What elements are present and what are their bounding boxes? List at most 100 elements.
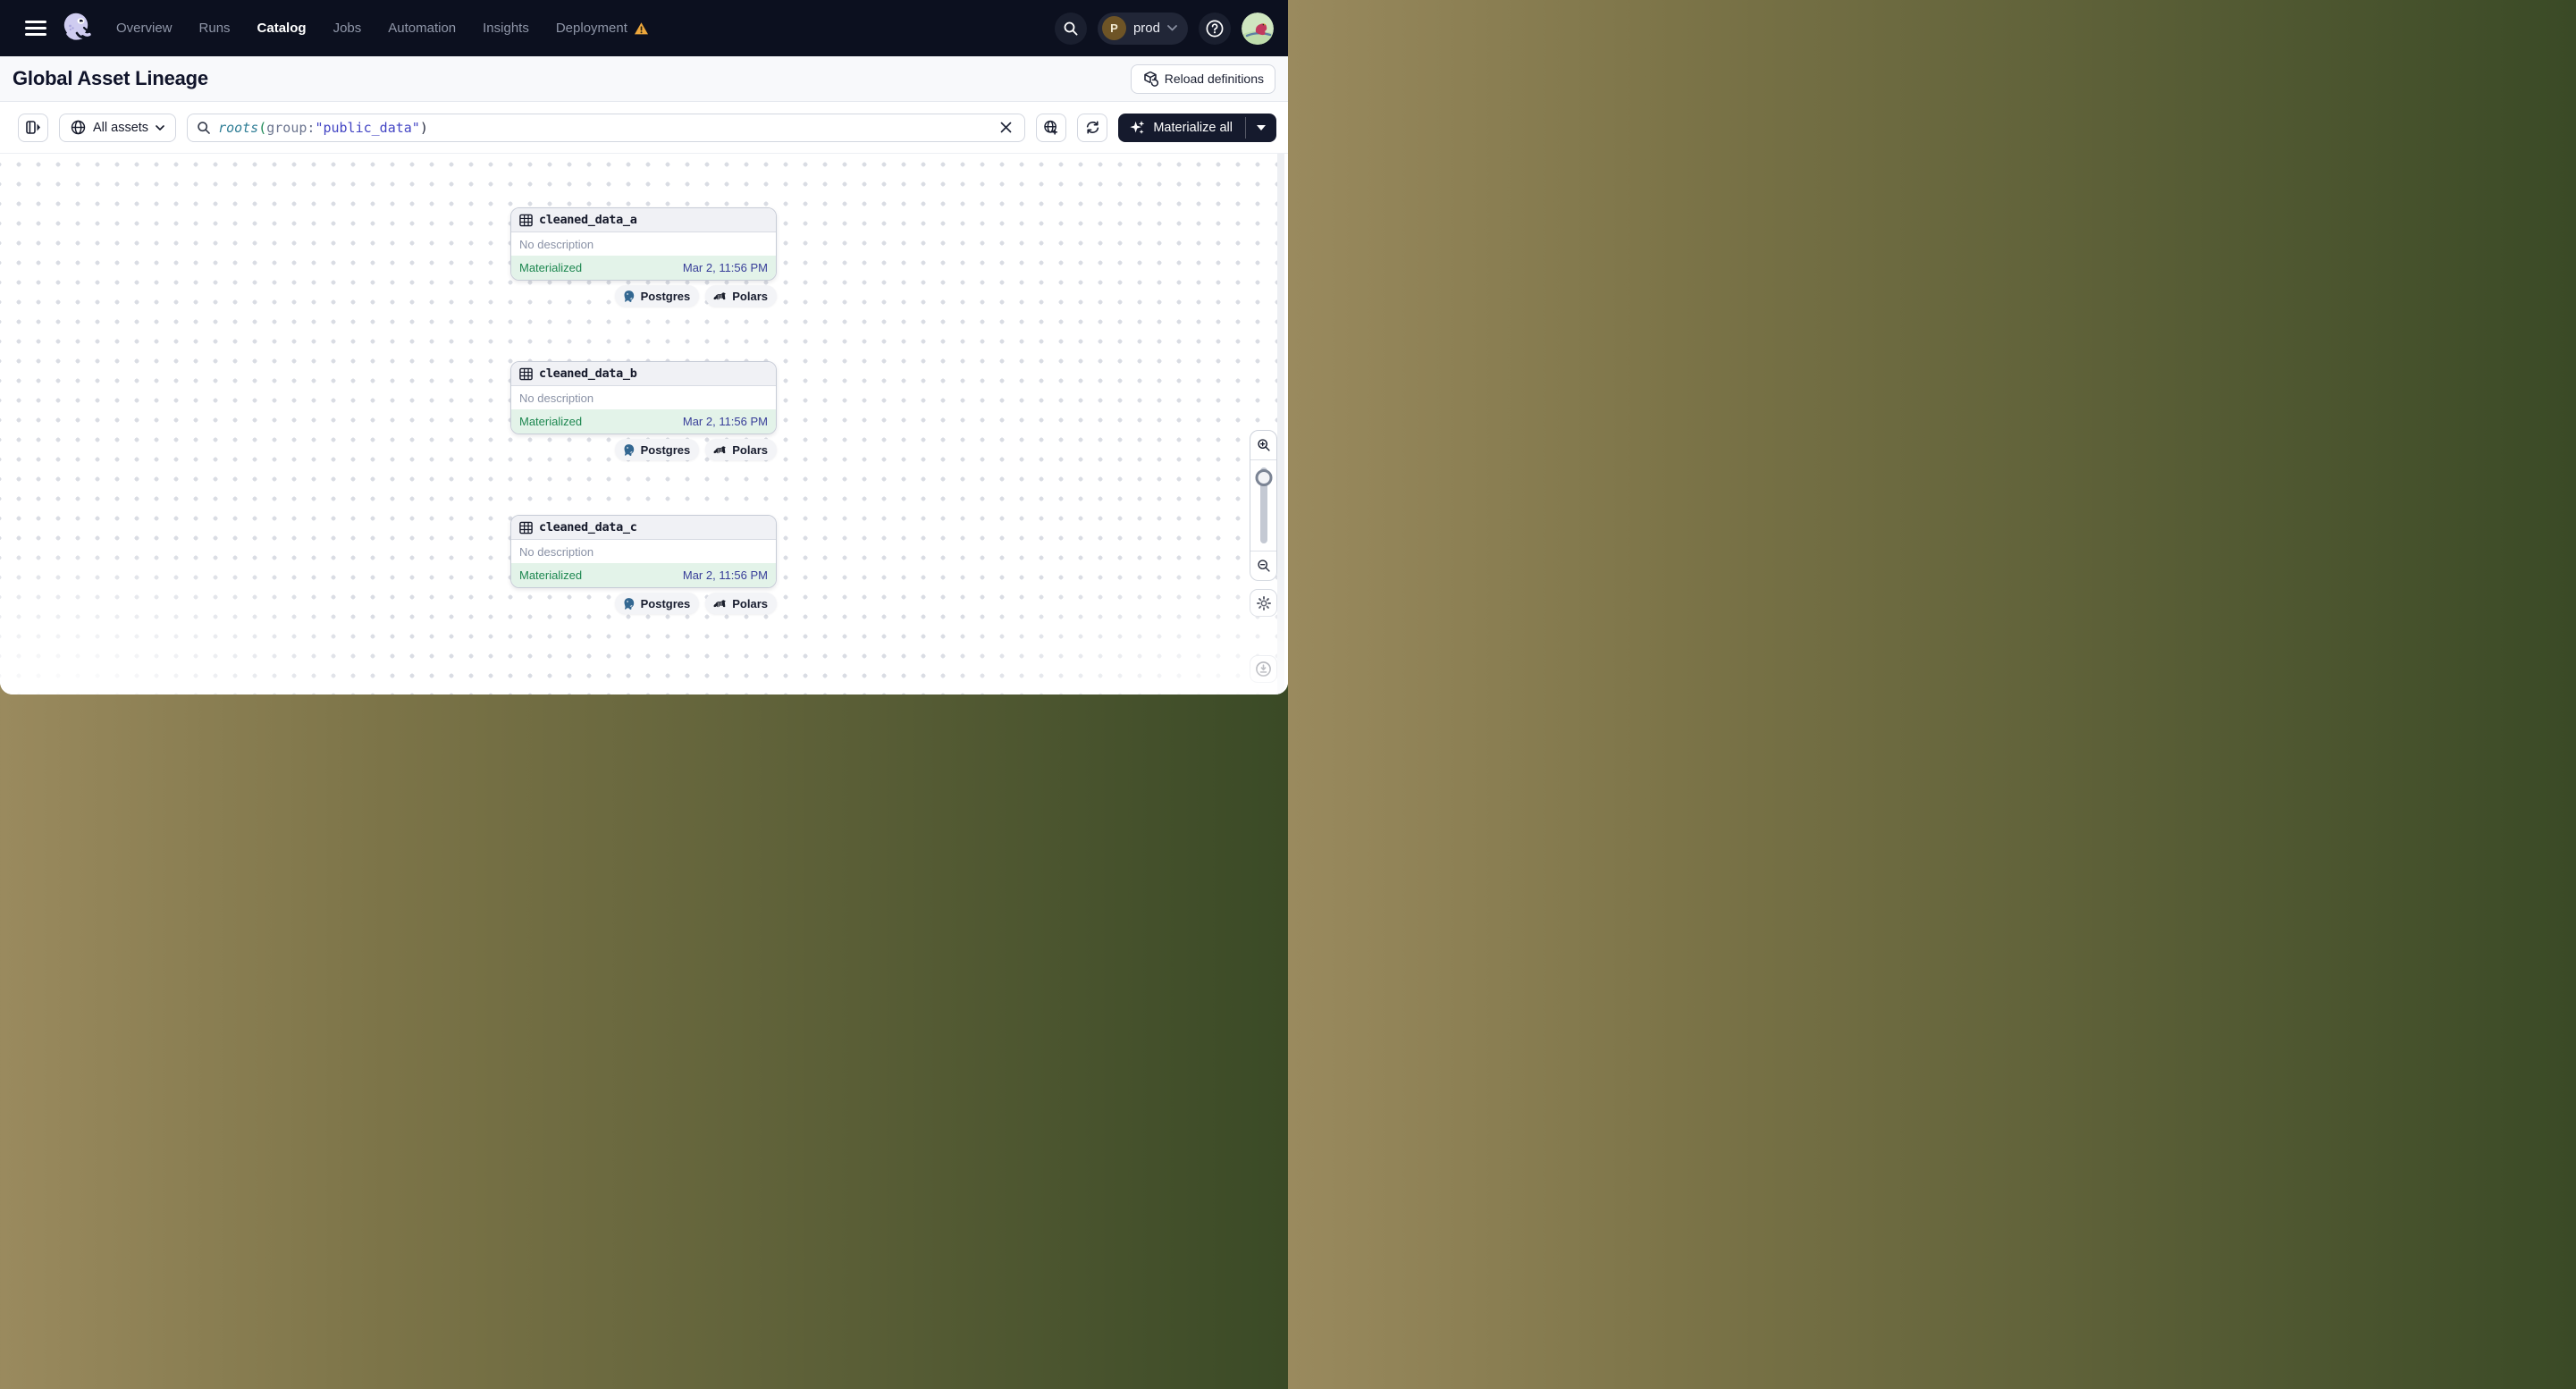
query-function: roots: [218, 119, 259, 136]
view-full-graph-button[interactable]: [1036, 113, 1067, 142]
lineage-canvas[interactable]: cleaned_data_a No description Materializ…: [0, 154, 1288, 694]
refresh-button[interactable]: [1077, 113, 1108, 142]
nav-item-jobs[interactable]: Jobs: [333, 21, 362, 36]
materialize-options-button[interactable]: [1246, 114, 1276, 142]
zoom-controls: [1250, 430, 1277, 581]
nav-item-deployment[interactable]: Deployment: [556, 21, 649, 36]
tag-label: Postgres: [640, 596, 691, 610]
menu-icon[interactable]: [25, 21, 46, 36]
warning-icon: [634, 21, 648, 34]
caret-down-icon: [1257, 124, 1266, 130]
zoom-slider-handle[interactable]: [1255, 469, 1272, 486]
nav-item-overview[interactable]: Overview: [116, 21, 173, 36]
asset-tags-row: Postgres Polars: [510, 285, 777, 307]
graph-settings-button[interactable]: [1250, 589, 1277, 617]
reload-definitions-label: Reload definitions: [1164, 72, 1264, 86]
search-icon: [198, 121, 210, 134]
dagster-app: Overview Runs Catalog Jobs Automation In…: [0, 0, 1288, 694]
query-colon: :: [307, 119, 316, 136]
tag-label: Polars: [732, 596, 768, 610]
deployment-name: prod: [1132, 21, 1160, 36]
asset-node-cleaned-data-a[interactable]: cleaned_data_a No description Materializ…: [510, 207, 777, 281]
tag-postgres[interactable]: Postgres: [614, 593, 700, 614]
tag-polars[interactable]: Polars: [705, 439, 777, 460]
reload-definitions-icon: [1143, 71, 1158, 87]
table-icon: [519, 367, 533, 380]
query-value: "public_data": [315, 119, 420, 136]
globe-add-icon: [1044, 120, 1058, 135]
query-attribute: group: [266, 119, 307, 136]
asset-status-row: Materialized Mar 2, 11:56 PM: [511, 409, 776, 434]
tag-postgres[interactable]: Postgres: [614, 439, 700, 460]
asset-tags-row: Postgres Polars: [510, 439, 777, 460]
vertical-scrollbar[interactable]: [1277, 154, 1284, 694]
asset-tags-row: Postgres Polars: [510, 593, 777, 614]
download-icon: [1256, 661, 1271, 677]
reload-definitions-button[interactable]: Reload definitions: [1130, 63, 1275, 94]
asset-description: No description: [519, 237, 594, 251]
search-button[interactable]: [1054, 12, 1087, 45]
dagster-logo[interactable]: [59, 10, 97, 47]
status-badge: Materialized: [519, 415, 583, 428]
asset-name: cleaned_data_c: [539, 520, 637, 535]
nav-item-catalog[interactable]: Catalog: [257, 21, 307, 36]
zoom-out-button[interactable]: [1250, 551, 1276, 580]
asset-node-header: cleaned_data_a: [511, 208, 776, 232]
status-badge: Materialized: [519, 261, 583, 274]
status-badge: Materialized: [519, 568, 583, 582]
asset-node-cleaned-data-b[interactable]: cleaned_data_b No description Materializ…: [510, 361, 777, 434]
globe-icon: [71, 120, 86, 135]
help-button[interactable]: [1199, 12, 1231, 45]
asset-scope-dropdown[interactable]: All assets: [59, 113, 177, 142]
clear-query-button[interactable]: [994, 116, 1017, 139]
tag-polars[interactable]: Polars: [705, 593, 777, 614]
postgres-icon: [624, 443, 634, 456]
asset-node-header: cleaned_data_b: [511, 362, 776, 386]
zoom-slider[interactable]: [1250, 460, 1276, 551]
query-open-paren: (: [258, 119, 267, 136]
materialization-timestamp[interactable]: Mar 2, 11:56 PM: [683, 568, 768, 582]
materialization-timestamp[interactable]: Mar 2, 11:56 PM: [683, 415, 768, 428]
tag-polars[interactable]: Polars: [705, 285, 777, 307]
tag-postgres[interactable]: Postgres: [614, 285, 700, 307]
panel-expand-icon: [25, 121, 40, 134]
asset-selection-query: roots(group: "public_data"): [218, 120, 428, 136]
nav-item-insights[interactable]: Insights: [483, 21, 529, 36]
asset-node-header: cleaned_data_c: [511, 516, 776, 540]
user-avatar[interactable]: [1242, 12, 1274, 45]
table-icon: [519, 214, 533, 226]
page-header: Global Asset Lineage Reload definitions: [0, 56, 1288, 102]
asset-description: No description: [519, 391, 594, 405]
deployment-switcher[interactable]: P prod: [1097, 12, 1188, 45]
zoom-in-button[interactable]: [1250, 431, 1276, 459]
canvas-fade: [0, 534, 411, 694]
top-nav: Overview Runs Catalog Jobs Automation In…: [0, 0, 1288, 56]
chevron-down-icon: [1167, 25, 1177, 31]
chevron-down-icon: [156, 124, 164, 130]
materialize-all-button: Materialize all: [1118, 113, 1276, 142]
tag-label: Polars: [732, 289, 768, 303]
materialize-all-main[interactable]: Materialize all: [1118, 114, 1245, 142]
nav-item-deployment-label: Deployment: [555, 21, 627, 36]
asset-selection-input[interactable]: roots(group: "public_data"): [187, 113, 1026, 142]
asset-description: No description: [519, 544, 594, 559]
help-icon: [1206, 20, 1224, 37]
query-close-paren: ): [419, 119, 428, 136]
tag-label: Postgres: [640, 289, 691, 303]
nav-item-automation[interactable]: Automation: [388, 21, 456, 36]
page-title: Global Asset Lineage: [13, 67, 208, 89]
canvas-fade: [913, 551, 1288, 694]
lineage-toolbar: All assets roots(group: "public_data") M…: [0, 102, 1288, 154]
nav-links: Overview Runs Catalog Jobs Automation In…: [116, 21, 649, 36]
asset-node-cleaned-data-c[interactable]: cleaned_data_c No description Materializ…: [510, 515, 777, 588]
tag-label: Polars: [732, 442, 768, 457]
nav-item-runs[interactable]: Runs: [199, 21, 231, 36]
download-image-button[interactable]: [1250, 655, 1277, 683]
materialization-timestamp[interactable]: Mar 2, 11:56 PM: [683, 261, 768, 274]
zoom-out-icon: [1257, 560, 1270, 572]
table-icon: [519, 521, 533, 534]
asset-name: cleaned_data_b: [539, 366, 637, 381]
search-icon: [1064, 21, 1078, 36]
toggle-sidebar-button[interactable]: [18, 113, 48, 142]
polars-icon: [713, 445, 726, 453]
